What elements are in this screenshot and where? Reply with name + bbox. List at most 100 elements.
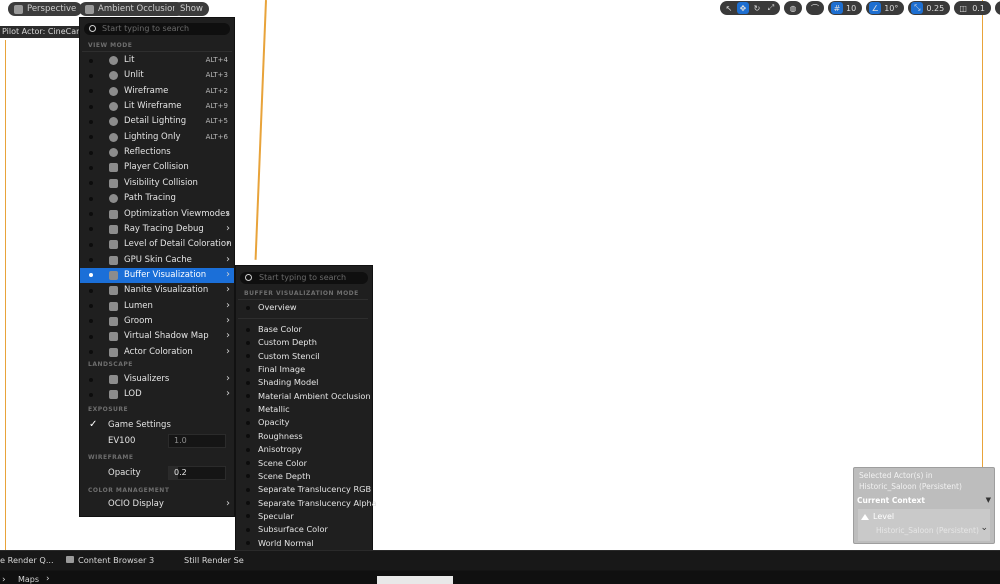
menu-item-reflections[interactable]: Reflections — [80, 145, 234, 160]
menu-item-gpu-skin-cache[interactable]: GPU Skin Cache › — [80, 253, 234, 268]
rotation-snap-icon: ∠ — [869, 2, 882, 14]
radio-dot — [89, 119, 93, 124]
submenu-item-material-ambient-occlusion[interactable]: Material Ambient Occlusion — [236, 390, 372, 403]
viewport-layout-button[interactable]: ⊞ — [994, 1, 1000, 15]
view-mode-button[interactable]: Ambient Occlusion — [79, 2, 184, 16]
world-local-toggle[interactable]: ◍ — [784, 1, 802, 15]
perspective-icon — [14, 4, 23, 14]
rotation-snap-control[interactable]: ∠ 10° — [866, 1, 905, 15]
game-settings-row[interactable]: ✓ Game Settings — [80, 417, 234, 434]
menu-item-lumen[interactable]: Lumen › — [80, 299, 234, 314]
radio-dot — [246, 367, 250, 372]
submenu-item-separate-translucency-rgb[interactable]: Separate Translucency RGB — [236, 483, 372, 496]
move-icon[interactable]: ✥ — [737, 2, 749, 14]
submenu-item-metallic[interactable]: Metallic — [236, 403, 372, 416]
menu-item-detail-lighting[interactable]: Detail Lighting ALT+5 — [80, 114, 234, 129]
perspective-button[interactable]: Perspective — [8, 2, 83, 16]
visibility-collision-icon — [109, 178, 118, 188]
visualizers-icon — [109, 375, 118, 384]
radio-dot — [89, 258, 93, 263]
surface-snap-toggle[interactable]: ⌒ — [806, 1, 824, 15]
radio-dot — [89, 392, 93, 397]
show-button[interactable]: Show — [174, 2, 209, 16]
submenu-item-roughness[interactable]: Roughness — [236, 430, 372, 443]
menu-item-level-of-detail-coloration[interactable]: Level of Detail Coloration › — [80, 237, 234, 252]
menu-item-actor-coloration[interactable]: Actor Coloration › — [80, 345, 234, 360]
menu-item-wireframe[interactable]: Wireframe ALT+2 — [80, 84, 234, 99]
menu-item-visibility-collision[interactable]: Visibility Collision — [80, 176, 234, 191]
menu-item-player-collision[interactable]: Player Collision — [80, 160, 234, 175]
submenu-item-overview[interactable]: Overview — [236, 301, 372, 314]
camera-speed-icon: ◫ — [959, 3, 967, 13]
submenu-item-subsurface-color[interactable]: Subsurface Color — [236, 523, 372, 536]
menu-item-groom[interactable]: Groom › — [80, 314, 234, 329]
grid-snap-control[interactable]: # 10 — [828, 1, 863, 15]
menu-item-lit-wireframe[interactable]: Lit Wireframe ALT+9 — [80, 99, 234, 114]
submenu-item-world-normal[interactable]: World Normal — [236, 537, 372, 550]
scale-snap-control[interactable]: ⤡ 0.25 — [908, 1, 951, 15]
submenu-item-custom-depth[interactable]: Custom Depth — [236, 336, 372, 349]
menu-item-buffer-visualization[interactable]: Buffer Visualization › — [80, 267, 234, 283]
section-wireframe: WIREFRAME — [88, 454, 134, 461]
menu-item-path-tracing[interactable]: Path Tracing — [80, 191, 234, 206]
menu-item-optimization-viewmodes[interactable]: Optimization Viewmodes › — [80, 207, 234, 222]
radio-dot — [89, 150, 93, 155]
pilot-actor-label: Pilot Actor: CineCamer — [0, 26, 80, 38]
collapse-arrow-icon[interactable]: ▼ — [986, 496, 991, 504]
tab-still-render[interactable]: Still Render Se — [184, 555, 244, 565]
radio-dot — [89, 196, 93, 201]
radio-dot — [89, 89, 93, 94]
folder-icon — [66, 556, 74, 563]
camera-speed-control[interactable]: ◫ 0.1 — [954, 1, 991, 15]
optimization-viewmodes-icon — [109, 209, 118, 219]
tab-render-queue[interactable]: e Render Q... — [0, 555, 54, 565]
divider — [238, 318, 368, 319]
opacity-field[interactable]: 0.2 — [168, 466, 226, 480]
menu-item-ocio-display[interactable]: OCIO Display › — [80, 497, 234, 512]
chevron-right-icon[interactable]: › — [2, 575, 6, 584]
tab-content-browser[interactable]: Content Browser 3 — [66, 555, 154, 565]
submenu-item-final-image[interactable]: Final Image — [236, 363, 372, 376]
radio-dot — [89, 288, 93, 293]
lumen-icon — [109, 301, 118, 311]
level-selector[interactable]: Level Historic_Saloon (Persistent) ⌄ — [858, 509, 990, 541]
ev100-field[interactable]: 1.0 — [168, 434, 226, 448]
menu-item-ray-tracing-debug[interactable]: Ray Tracing Debug › — [80, 222, 234, 237]
submenu-item-scene-depth[interactable]: Scene Depth — [236, 470, 372, 483]
menu-item-visualizers[interactable]: Visualizers › — [80, 372, 234, 387]
submenu-item-base-color[interactable]: Base Color — [236, 323, 372, 336]
nanite-visualization-icon — [109, 286, 118, 296]
rotate-icon[interactable]: ↻ — [751, 2, 763, 14]
menu-item-nanite-visualization[interactable]: Nanite Visualization › — [80, 283, 234, 298]
submenu-item-separate-translucency-alpha[interactable]: Separate Translucency Alpha — [236, 497, 377, 510]
submenu-item-scene-color[interactable]: Scene Color — [236, 457, 372, 470]
submenu-item-specular[interactable]: Specular — [236, 510, 372, 523]
menu-item-lighting-only[interactable]: Lighting Only ALT+6 — [80, 130, 234, 145]
radio-dot — [89, 227, 93, 232]
radio-dot — [246, 420, 250, 425]
section-exposure: EXPOSURE — [88, 406, 129, 413]
content-search-box[interactable] — [377, 576, 453, 584]
dock-breadcrumb-row — [0, 571, 1000, 584]
menu-item-lit[interactable]: Lit ALT+4 — [80, 53, 234, 68]
grid-snap-icon: # — [831, 2, 843, 14]
menu-item-lod[interactable]: LOD › — [80, 387, 234, 402]
submenu-item-anisotropy[interactable]: Anisotropy — [236, 443, 372, 456]
player-collision-icon — [109, 163, 118, 173]
submenu-item-opacity[interactable]: Opacity — [236, 416, 372, 429]
chevron-right-icon: › — [226, 314, 230, 326]
menu-item-unlit[interactable]: Unlit ALT+3 — [80, 68, 234, 83]
radio-dot — [246, 305, 250, 310]
menu-item-virtual-shadow-map[interactable]: Virtual Shadow Map › — [80, 329, 234, 344]
submenu-search-input[interactable]: Start typing to search — [240, 272, 368, 284]
radio-dot — [89, 304, 93, 309]
menu-search-input[interactable]: Start typing to search — [84, 23, 230, 35]
scale-icon[interactable]: ⤢ — [765, 2, 777, 14]
breadcrumb-maps[interactable]: Maps — [18, 575, 39, 584]
submenu-item-shading-model[interactable]: Shading Model — [236, 376, 372, 389]
submenu-item-custom-stencil[interactable]: Custom Stencil — [236, 350, 372, 363]
chevron-right-icon[interactable]: › — [46, 574, 50, 584]
radio-dot — [89, 104, 93, 109]
radio-dot — [89, 212, 93, 216]
select-icon[interactable]: ↖ — [723, 2, 735, 14]
